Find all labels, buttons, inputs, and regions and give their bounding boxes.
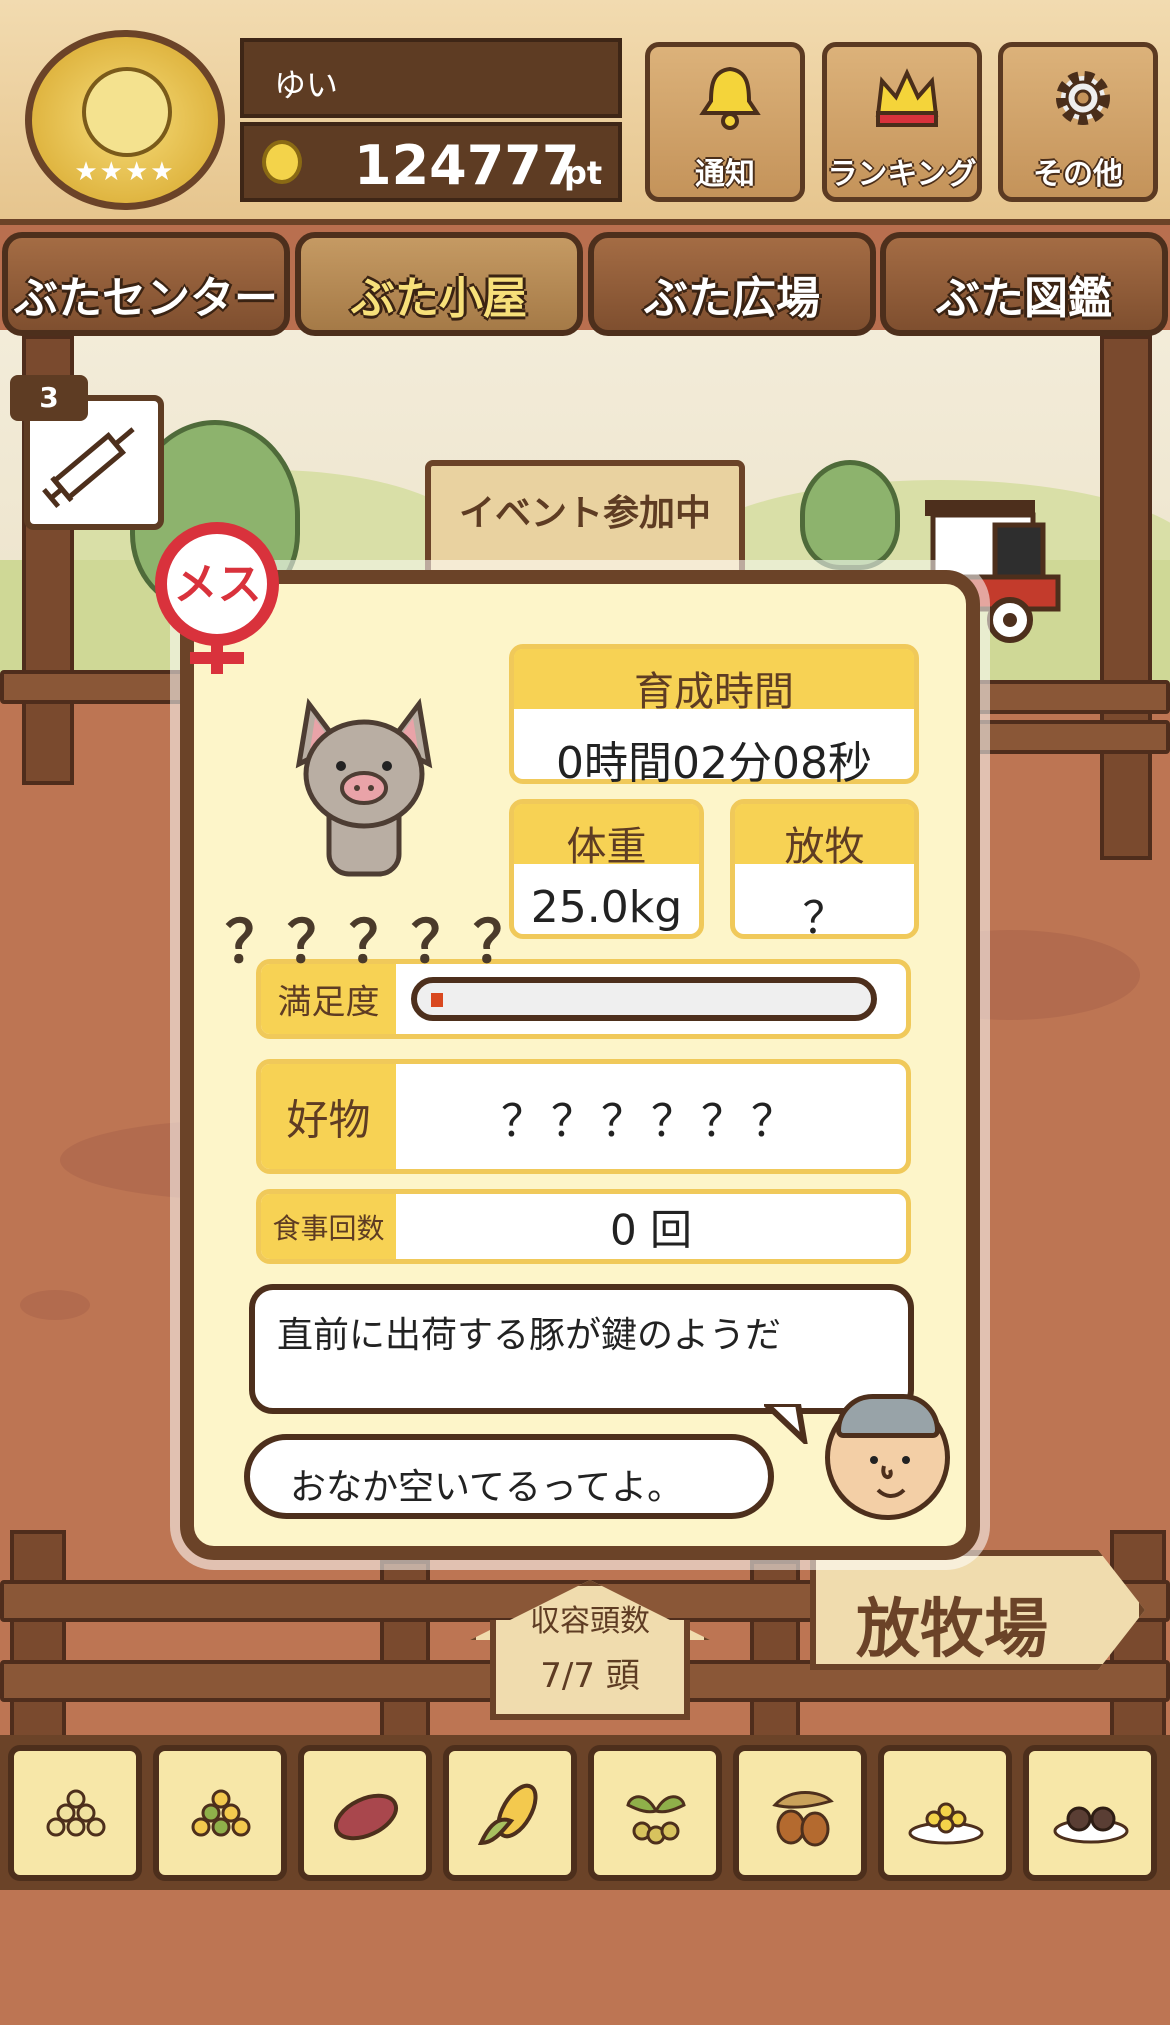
food-slot-5[interactable] — [588, 1745, 722, 1881]
hint-message-bubble: 直前に出荷する豚が鍵のようだ — [249, 1284, 914, 1414]
notification-label: 通知 — [695, 157, 755, 192]
points-bar: 124777 pt — [240, 122, 622, 202]
user-name: ゆい — [274, 66, 339, 104]
header: ★★★★ ゆい 124777 pt 通知 ランキング その他 — [0, 0, 1170, 225]
female-symbol-bar — [190, 652, 244, 664]
weight-label: 体重 — [566, 824, 647, 870]
satisfaction-label: 満足度 — [277, 982, 380, 1023]
bubble-tail — [764, 1404, 808, 1444]
grain-pile-icon — [46, 1789, 106, 1837]
favorite-value: ？？？？？？ — [501, 1095, 801, 1147]
pig-name: ？？？？？ — [225, 908, 536, 976]
tab-buta-zukan[interactable]: ぶた図鑑 — [880, 232, 1168, 336]
notification-button[interactable]: 通知 — [645, 42, 805, 202]
food-slot-4[interactable] — [443, 1745, 577, 1881]
growth-time-box: 育成時間 0時間02分08秒 — [509, 644, 919, 789]
grain-plate-icon — [908, 1802, 984, 1845]
food-bar — [0, 1735, 1170, 1890]
points-unit: pt — [564, 154, 603, 192]
event-sign-text: イベント参加中 — [458, 493, 711, 534]
fence-rail — [965, 720, 1170, 754]
food-slot-3[interactable] — [298, 1745, 432, 1881]
main-tabs: ぶたセンター ぶた小屋 ぶた広場 ぶた図鑑 — [0, 228, 1170, 340]
points-value: 124777 — [354, 134, 580, 197]
meals-label: 食事回数 — [272, 1211, 385, 1245]
player-rank-badge[interactable]: ★★★★ — [25, 30, 225, 210]
speech-bubble: おなか空いてるってよ。 — [244, 1434, 774, 1519]
herbs-icon — [626, 1795, 686, 1845]
gate-post-right — [1100, 335, 1152, 860]
pasture-box: 放牧 ？ — [730, 799, 919, 944]
tab-label: ぶた小屋 — [351, 273, 527, 324]
pig-figure-icon — [295, 697, 433, 877]
weight-value: 25.0kg — [530, 882, 683, 933]
tab-label: ぶたセンター — [14, 273, 278, 324]
dirt-patch — [20, 1290, 90, 1320]
female-badge: メス — [150, 522, 285, 674]
food-slot-8[interactable] — [1023, 1745, 1157, 1881]
growth-time-value: 0時間02分08秒 — [556, 738, 872, 789]
favorite-label: 好物 — [286, 1095, 371, 1144]
food-slot-6[interactable] — [733, 1745, 867, 1881]
fence-rail — [965, 680, 1170, 714]
pasture-sign-label: 放牧場 — [856, 1593, 1048, 1667]
meals-row: 食事回数 0 回 — [256, 1189, 911, 1264]
crown-icon — [875, 68, 939, 127]
tab-label: ぶた図鑑 — [936, 273, 1112, 324]
fence-post — [10, 1530, 66, 1740]
other-button[interactable]: その他 — [998, 42, 1158, 202]
farmer-avatar — [825, 1394, 950, 1520]
tab-buta-koya[interactable]: ぶた小屋 — [295, 232, 583, 336]
farmer-face-icon — [870, 1456, 910, 1498]
meals-value: 0 回 — [609, 1205, 693, 1254]
speech-text: おなか空いてるってよ。 — [290, 1467, 684, 1508]
ground-bottom — [0, 1890, 1170, 2025]
pasture-sign-button[interactable]: 放牧場 — [810, 1550, 1145, 1670]
food-slot-7[interactable] — [878, 1745, 1012, 1881]
favorite-row: 好物 ？？？？？？ — [256, 1059, 911, 1174]
gender-label: メス — [173, 559, 262, 610]
tab-buta-hiroba[interactable]: ぶた広場 — [588, 232, 876, 336]
acorn-icon — [772, 1791, 834, 1847]
fence-rail — [0, 670, 190, 704]
truffle-plate-icon — [1053, 1806, 1129, 1844]
growth-time-label: 育成時間 — [634, 669, 794, 715]
capacity-sign: 収容頭数 7/7 頭 — [470, 1580, 710, 1720]
user-name-bar: ゆい — [240, 38, 622, 118]
food-slot-1[interactable] — [8, 1745, 142, 1881]
tab-label: ぶた広場 — [644, 273, 820, 324]
rank-stars: ★★★★ — [74, 157, 176, 187]
food-slot-2[interactable] — [153, 1745, 287, 1881]
capacity-label: 収容頭数 — [530, 1604, 650, 1639]
satisfaction-gauge — [411, 977, 877, 1021]
tab-buta-center[interactable]: ぶたセンター — [2, 232, 290, 336]
bell-icon — [699, 66, 761, 130]
pasture-value: ？ — [802, 893, 847, 944]
corn-icon — [477, 1783, 538, 1846]
farmer-cap — [836, 1394, 940, 1438]
gear-icon — [1056, 71, 1110, 125]
sweet-potato-icon — [334, 1793, 398, 1841]
satisfaction-gauge-fill — [431, 993, 443, 1007]
weight-box: 体重 25.0kg — [509, 799, 704, 939]
tree — [800, 460, 900, 570]
ranking-button[interactable]: ランキング — [822, 42, 982, 202]
hint-message: 直前に出荷する豚が鍵のようだ — [277, 1315, 782, 1356]
pasture-label: 放牧 — [784, 824, 865, 870]
other-label: その他 — [1033, 157, 1123, 192]
capacity-value: 7/7 頭 — [540, 1656, 640, 1696]
syringe-count-badge: 3 — [10, 375, 88, 421]
mixed-grain-icon — [191, 1789, 251, 1837]
ranking-label: ランキング — [827, 157, 977, 192]
pig-face-icon — [82, 67, 172, 157]
coin-icon — [262, 140, 302, 184]
